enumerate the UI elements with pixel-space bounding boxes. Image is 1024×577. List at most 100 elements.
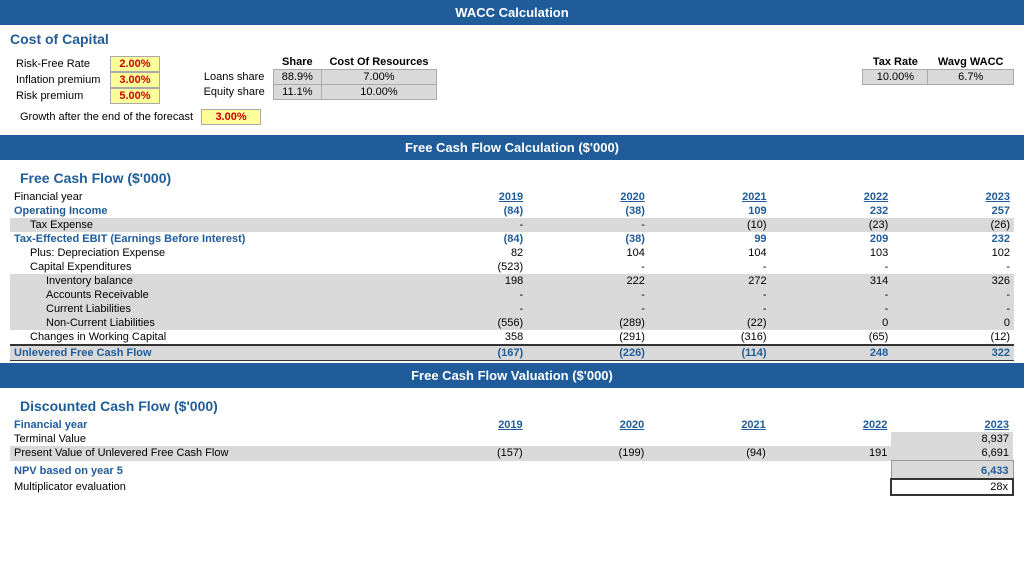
fcf-row-val: (289) <box>527 316 649 330</box>
fcf-title: Free Cash Flow ($'000) <box>10 164 1014 190</box>
fcf-row-label: Unlevered Free Cash Flow <box>10 345 406 361</box>
dcf-row-val <box>770 432 892 446</box>
rate-label: Inflation premium <box>12 73 104 87</box>
fcf-row-val: (523) <box>406 260 528 274</box>
growth-label: Growth after the end of the forecast <box>20 111 193 123</box>
dcf-col-header-year: 2022 <box>770 418 892 432</box>
fcf-col-header-year: 2023 <box>892 190 1014 204</box>
fcf-row-val: (22) <box>649 316 771 330</box>
dcf-row-label: Present Value of Unlevered Free Cash Flo… <box>10 446 405 461</box>
share-row-label: Loans share <box>196 70 274 85</box>
fcf-row-val: - <box>649 302 771 316</box>
dcf-row-val <box>405 432 527 446</box>
fcf-row-val: 102 <box>892 246 1014 260</box>
fcf-row-val: - <box>892 260 1014 274</box>
npv-label: NPV based on year 5 <box>10 461 405 480</box>
rate-value: 5.00% <box>110 88 159 104</box>
dcf-col-header-year: 2021 <box>648 418 770 432</box>
rate-value: 2.00% <box>110 56 159 72</box>
fcf-col-header-label: Financial year <box>10 190 406 204</box>
cost-of-capital-title: Cost of Capital <box>0 25 1024 51</box>
fcf-row-val: (114) <box>649 345 771 361</box>
fcf-col-header-year: 2019 <box>406 190 528 204</box>
npv-empty <box>648 461 770 480</box>
growth-row: Growth after the end of the forecast 3.0… <box>10 105 1014 129</box>
fcf-row-val: - <box>892 288 1014 302</box>
fcf-row-val: - <box>527 218 649 232</box>
dcf-row-val: (94) <box>648 446 770 461</box>
fcf-row-val: (38) <box>527 204 649 218</box>
fcf-row-val: (84) <box>406 204 528 218</box>
fcf-row-val: (316) <box>649 330 771 345</box>
fcf-row-val: 103 <box>771 246 893 260</box>
fcf-row-val: 322 <box>892 345 1014 361</box>
fcf-row-val: 109 <box>649 204 771 218</box>
dcf-row-label: Terminal Value <box>10 432 405 446</box>
fcf-row-val: 0 <box>771 316 893 330</box>
main-header: WACC Calculation <box>0 0 1024 25</box>
npv-empty <box>770 461 892 480</box>
fcf-row-val: 232 <box>771 204 893 218</box>
fcf-row-val: (291) <box>527 330 649 345</box>
fcf-row-val: (23) <box>771 218 893 232</box>
cost-value: 10.00% <box>321 85 436 100</box>
fcf-row-val: - <box>771 260 893 274</box>
cost-of-capital-section: Cost of Capital Risk-Free Rate 2.00% Infl… <box>0 25 1024 135</box>
dcf-row-val: (157) <box>405 446 527 461</box>
dcf-col-header-year: 2020 <box>527 418 649 432</box>
fcf-row-val: (226) <box>527 345 649 361</box>
fcf-row-val: 248 <box>771 345 893 361</box>
fcf-col-header-year: 2022 <box>771 190 893 204</box>
fcf-row-val: - <box>406 288 528 302</box>
fcf-row-label: Current Liabilities <box>10 302 406 316</box>
fcf-row-val: 0 <box>892 316 1014 330</box>
npv-value: 6,433 <box>891 461 1013 480</box>
rate-label: Risk-Free Rate <box>12 57 104 71</box>
share-value: 11.1% <box>273 85 321 100</box>
fcf-row-val: 257 <box>892 204 1014 218</box>
fcf-row-val: - <box>406 218 528 232</box>
fcf-row-val: (84) <box>406 232 528 246</box>
fcf-row-val: (26) <box>892 218 1014 232</box>
fcf-row-val: 326 <box>892 274 1014 288</box>
fcf-row-label: Accounts Receivable <box>10 288 406 302</box>
fcf-row-label: Capital Expenditures <box>10 260 406 274</box>
fcf-row-val: (38) <box>527 232 649 246</box>
multi-empty <box>770 479 892 495</box>
npv-empty <box>527 461 649 480</box>
fcf-row-val: (65) <box>771 330 893 345</box>
dcf-row-val: (199) <box>527 446 649 461</box>
valuation-header: Free Cash Flow Valuation ($'000) <box>0 363 1024 388</box>
fcf-row-val: 99 <box>649 232 771 246</box>
share-value: 88.9% <box>273 70 321 85</box>
fcf-row-val: 222 <box>527 274 649 288</box>
fcf-row-val: 358 <box>406 330 528 345</box>
fcf-row-val: 104 <box>649 246 771 260</box>
fcf-row-val: - <box>649 288 771 302</box>
fcf-section: Free Cash Flow ($'000) Financial year201… <box>0 160 1024 363</box>
fcf-row-label: Inventory balance <box>10 274 406 288</box>
fcf-row-val: - <box>527 288 649 302</box>
fcf-row-label: Non-Current Liabilities <box>10 316 406 330</box>
multi-empty <box>527 479 649 495</box>
fcf-col-header-year: 2020 <box>527 190 649 204</box>
fcf-row-val: - <box>527 260 649 274</box>
fcf-row-val: 104 <box>527 246 649 260</box>
dcf-col-header-label: Financial year <box>10 418 405 432</box>
fcf-row-label: Tax Expense <box>10 218 406 232</box>
fcf-row-val: - <box>527 302 649 316</box>
dcf-row-val: 8,937 <box>891 432 1013 446</box>
fcf-row-val: (10) <box>649 218 771 232</box>
fcf-row-label: Changes in Working Capital <box>10 330 406 345</box>
fcf-row-label: Operating Income <box>10 204 406 218</box>
share-row-label: Equity share <box>196 85 274 100</box>
multi-empty <box>405 479 527 495</box>
multi-label: Multiplicator evaluation <box>10 479 405 495</box>
fcf-row-val: 82 <box>406 246 528 260</box>
fcf-row-val: 232 <box>892 232 1014 246</box>
fcf-row-val: 209 <box>771 232 893 246</box>
fcf-row-label: Plus: Depreciation Expense <box>10 246 406 260</box>
dcf-col-header-year: 2023 <box>891 418 1013 432</box>
fcf-row-val: - <box>892 302 1014 316</box>
share-block: ShareCost Of ResourcesLoans share88.9%7.… <box>196 55 437 100</box>
